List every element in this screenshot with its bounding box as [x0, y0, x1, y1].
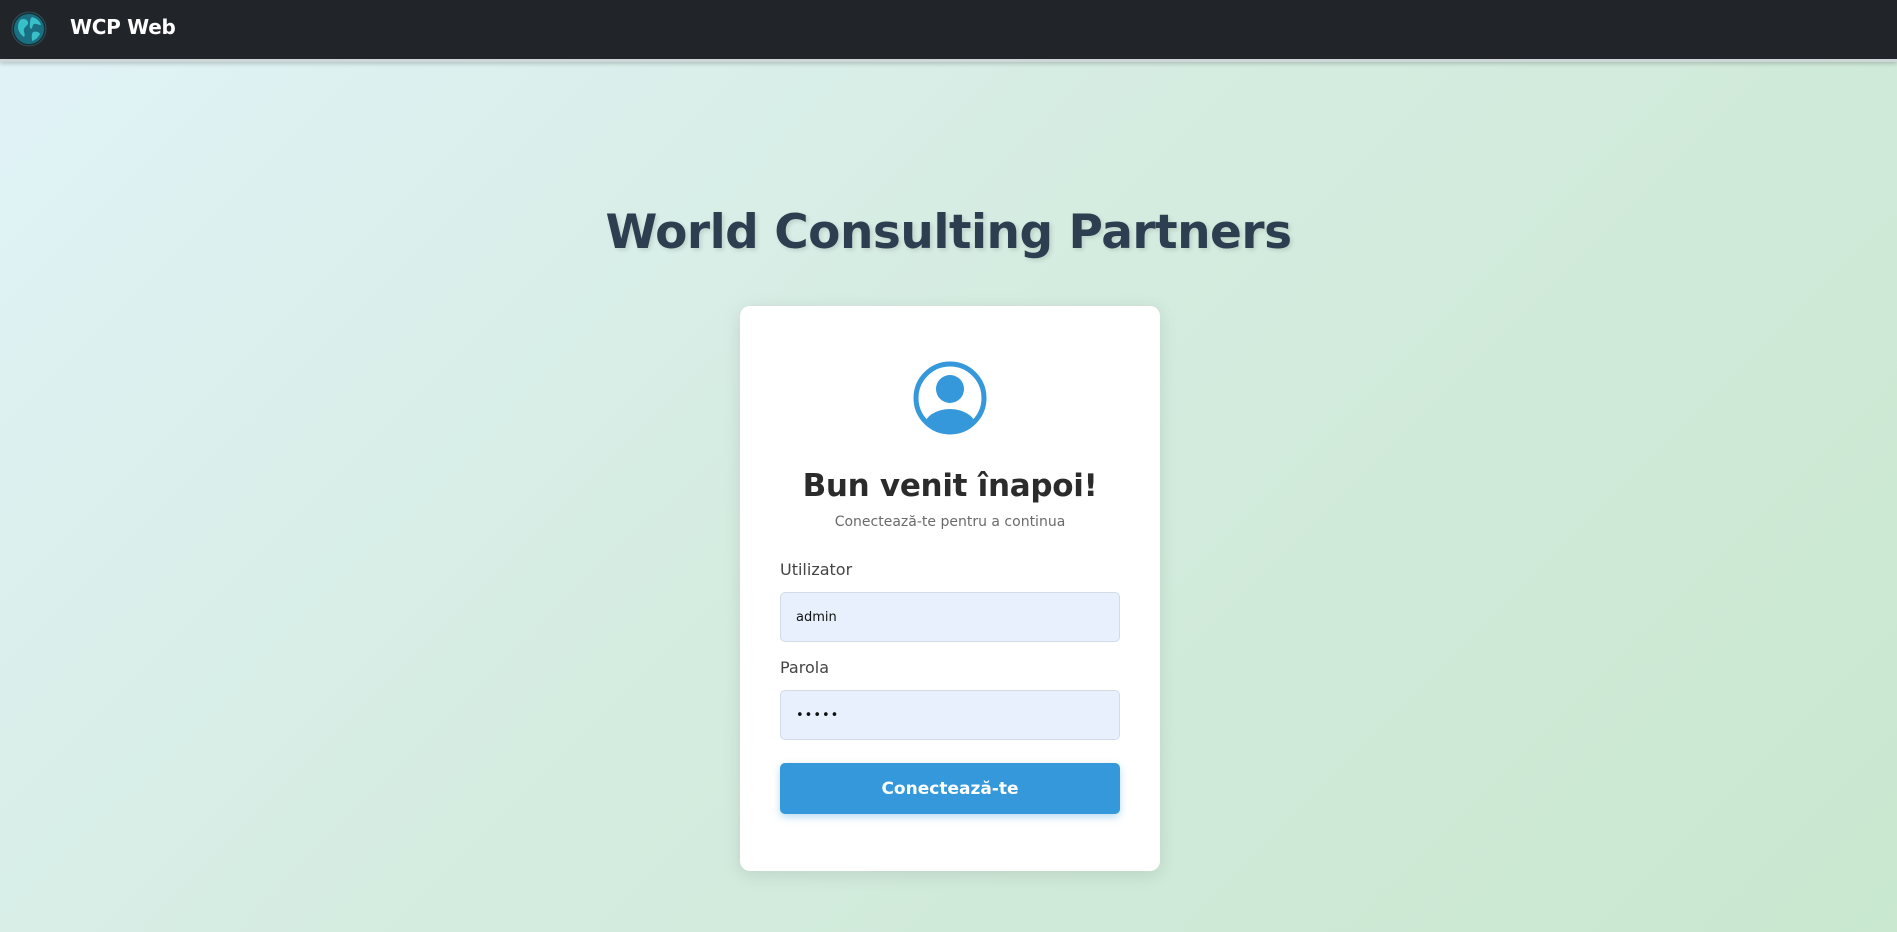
login-card: Bun venit înapoi! Conectează-te pentru a… [740, 306, 1160, 871]
password-label: Parola [780, 658, 829, 677]
login-button[interactable]: Conectează-te [780, 763, 1120, 814]
password-input[interactable] [780, 690, 1120, 740]
globe-icon[interactable] [11, 11, 47, 47]
username-input[interactable] [780, 592, 1120, 642]
welcome-title: Bun venit înapoi! [802, 468, 1098, 504]
top-navbar: WCP Web [0, 0, 1897, 62]
username-label: Utilizator [780, 560, 853, 579]
brand-name[interactable]: WCP Web [70, 15, 176, 39]
welcome-subtitle: Conectează-te pentru a continua [834, 514, 1066, 530]
page-title: World Consulting Partners [605, 205, 1292, 260]
user-circle-icon [913, 361, 987, 435]
